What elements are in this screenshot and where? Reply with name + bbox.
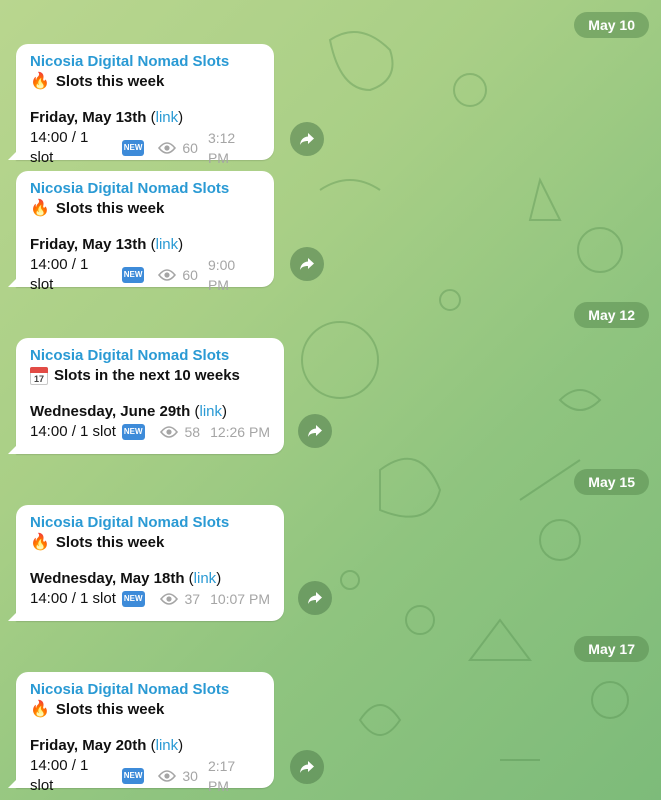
channel-name[interactable]: Nicosia Digital Nomad Slots: [30, 52, 260, 72]
slot-time: 14:00 / 1 slot: [30, 590, 116, 607]
slot-link[interactable]: link: [156, 737, 179, 754]
slot-link[interactable]: link: [194, 570, 217, 587]
slot-date: Friday, May 13th (link): [30, 236, 184, 253]
slot-link[interactable]: link: [156, 109, 179, 126]
new-badge-icon: NEW: [121, 267, 145, 283]
slot-time: 14:00 / 1 slot: [30, 256, 89, 293]
message-bubble[interactable]: Nicosia Digital Nomad Slots 17 Slots in t…: [8, 338, 284, 454]
share-button[interactable]: [298, 414, 332, 448]
slot-date-text: Friday, May 13th: [30, 236, 147, 253]
slot-date-text: Friday, May 13th: [30, 109, 147, 126]
message-time: 3:12 PM: [207, 130, 236, 166]
date-separator-pill: May 10: [574, 12, 649, 38]
channel-name[interactable]: Nicosia Digital Nomad Slots: [30, 680, 260, 700]
date-separator-text: May 15: [588, 474, 635, 490]
date-separator-text: May 10: [588, 17, 635, 33]
message-headline: Slots this week: [55, 701, 165, 718]
eye-icon: [158, 770, 177, 782]
date-separator-text: May 17: [588, 641, 635, 657]
view-count: 37: [184, 591, 201, 607]
slot-time: 14:00 / 1 slot: [30, 757, 89, 794]
fire-icon: 🔥: [30, 534, 50, 551]
date-separator-text: May 12: [588, 307, 635, 323]
message-headline: Slots this week: [55, 534, 165, 551]
slot-link[interactable]: link: [200, 403, 223, 420]
view-count: 30: [182, 768, 198, 784]
message-headline: Slots this week: [55, 73, 165, 90]
fire-icon: 🔥: [30, 701, 50, 718]
slot-time: 14:00 / 1 slot: [30, 423, 116, 440]
new-badge-icon: NEW: [121, 768, 145, 784]
message-time: 12:26 PM: [210, 424, 270, 440]
view-count: 60: [182, 140, 198, 156]
slot-date-text: Wednesday, May 18th: [30, 570, 185, 587]
message-time: 9:00 PM: [207, 257, 236, 293]
forward-icon: [308, 425, 322, 437]
fire-icon: 🔥: [30, 73, 50, 90]
message-headline: Slots in the next 10 weeks: [54, 367, 240, 384]
share-button[interactable]: [290, 750, 324, 784]
date-separator-pill: May 15: [574, 469, 649, 495]
slot-date-text: Wednesday, June 29th: [30, 403, 191, 420]
new-badge-icon: NEW: [121, 424, 145, 440]
eye-icon: [160, 426, 179, 438]
channel-name[interactable]: Nicosia Digital Nomad Slots: [30, 513, 270, 533]
slot-date-text: Friday, May 20th: [30, 737, 147, 754]
share-button[interactable]: [298, 581, 332, 615]
forward-icon: [300, 258, 314, 270]
channel-name[interactable]: Nicosia Digital Nomad Slots: [30, 346, 270, 366]
calendar-icon: 17: [30, 367, 48, 385]
message-bubble[interactable]: Nicosia Digital Nomad Slots 🔥 Slots this …: [8, 171, 274, 293]
eye-icon: [160, 593, 179, 605]
new-badge-icon: NEW: [121, 140, 145, 156]
forward-icon: [308, 592, 322, 604]
share-button[interactable]: [290, 122, 324, 156]
message-bubble[interactable]: Nicosia Digital Nomad Slots 🔥 Slots this …: [8, 44, 274, 166]
message-bubble[interactable]: Nicosia Digital Nomad Slots 🔥 Slots this …: [8, 505, 284, 621]
slot-date: Wednesday, May 18th (link): [30, 570, 222, 587]
date-separator-pill: May 17: [574, 636, 649, 662]
eye-icon: [158, 142, 177, 154]
slot-time: 14:00 / 1 slot: [30, 129, 89, 166]
slot-date: Wednesday, June 29th (link): [30, 403, 228, 420]
view-count: 60: [182, 267, 198, 283]
message-time: 10:07 PM: [210, 591, 270, 607]
date-separator-pill: May 12: [574, 302, 649, 328]
slot-date: Friday, May 20th (link): [30, 737, 184, 754]
message-headline: Slots this week: [55, 200, 165, 217]
slot-link[interactable]: link: [156, 236, 179, 253]
channel-name[interactable]: Nicosia Digital Nomad Slots: [30, 179, 260, 199]
message-bubble[interactable]: Nicosia Digital Nomad Slots 🔥 Slots this …: [8, 672, 274, 794]
slot-date: Friday, May 13th (link): [30, 109, 184, 126]
message-time: 2:17 PM: [207, 758, 236, 794]
fire-icon: 🔥: [30, 200, 50, 217]
new-badge-icon: NEW: [121, 591, 145, 607]
share-button[interactable]: [290, 247, 324, 281]
forward-icon: [300, 761, 314, 773]
view-count: 58: [184, 424, 201, 440]
eye-icon: [158, 269, 177, 281]
forward-icon: [300, 133, 314, 145]
